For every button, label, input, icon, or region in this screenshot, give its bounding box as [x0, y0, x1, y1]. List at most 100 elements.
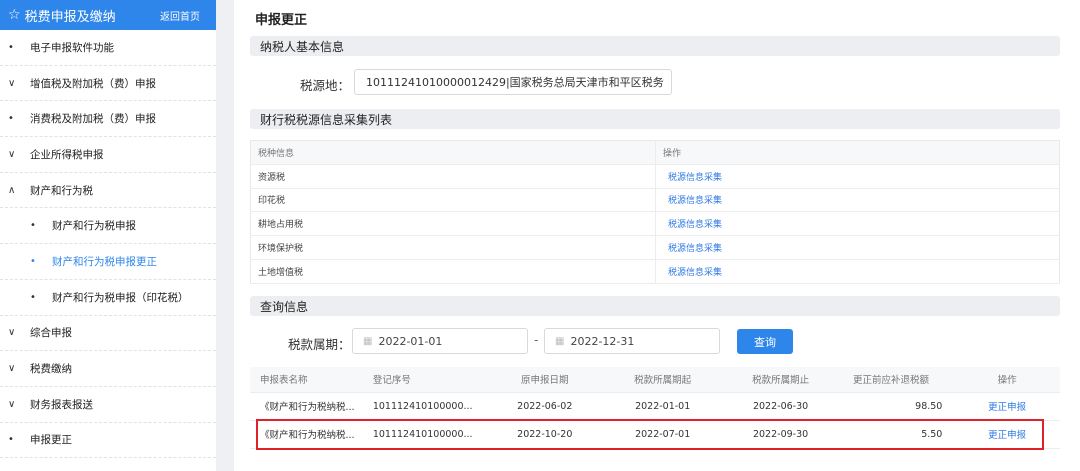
sidebar-item-comprehensive[interactable]: ∨ 综合申报 [0, 316, 216, 352]
result-table: 申报表名称 登记序号 原申报日期 税款所属期起 税款所属期止 更正前应补退税额 … [250, 367, 1060, 449]
chevron-down-icon: ∨ [8, 398, 16, 410]
sidebar-item-property-tax-declare[interactable]: • 财产和行为税申报 [0, 208, 216, 245]
date-start-value: 2022-01-01 [378, 334, 443, 348]
tax-source-label: 税源地： [300, 78, 351, 93]
sidebar-item-property-tax-correction[interactable]: • 财产和行为税申报更正 [0, 244, 216, 280]
tax-type-cell: 资源税 [250, 164, 656, 189]
tax-source-table: 税种信息 操作 资源税 税源信息采集 印花税 税源信息采集 耕地占用税 税源信息… [250, 140, 1060, 284]
declare-date-cell: 2022-10-20 [485, 420, 604, 449]
section-collect-list: 财行税税源信息采集列表 [250, 109, 1060, 129]
query-button[interactable]: 查询 [737, 329, 793, 354]
collect-link[interactable]: 税源信息采集 [655, 211, 1060, 237]
sidebar-item-vat[interactable]: ∨ 增值税及附加税（费）申报 [0, 66, 216, 102]
table-header-row: 申报表名称 登记序号 原申报日期 税款所属期起 税款所属期止 更正前应补退税额 … [250, 367, 1060, 393]
bullet-icon: • [8, 41, 14, 53]
table-row: 资源税 税源信息采集 [250, 164, 1060, 189]
column-header: 登记序号 [364, 367, 486, 393]
sidebar-item-label: 税费缴纳 [30, 363, 72, 376]
reg-number-cell: 101112410100000... [364, 420, 486, 449]
main-panel: 申报更正 纳税人基本信息 税源地： 10111241010000012429|国… [234, 0, 1080, 471]
section-query-info: 查询信息 [250, 296, 1060, 316]
correct-declare-link[interactable]: 更正申报 [954, 420, 1060, 449]
date-separator: - [534, 333, 539, 347]
collect-link[interactable]: 税源信息采集 [655, 164, 1060, 189]
sidebar-item-label: 财产和行为税申报更正 [52, 255, 157, 268]
bullet-icon: • [30, 291, 36, 303]
table-row: 印花税 税源信息采集 [250, 188, 1060, 213]
table-row: 《财产和行为税纳税... 101112410100000... 2022-06-… [250, 392, 1060, 421]
sidebar-item-label: 财产和行为税 [30, 184, 93, 197]
star-icon[interactable]: ☆ [8, 7, 21, 23]
sidebar-item-corporate-income-tax[interactable]: ∨ 企业所得税申报 [0, 137, 216, 173]
chevron-down-icon: ∨ [8, 363, 16, 375]
period-start-cell: 2022-01-01 [603, 392, 722, 421]
sidebar: ☆ 税费申报及缴纳 返回首页 • 电子申报软件功能 ∨ 增值税及附加税（费）申报 •… [0, 0, 216, 471]
table-header-row: 税种信息 操作 [250, 140, 1060, 165]
sidebar-item-declaration-correction[interactable]: • 申报更正 [0, 423, 216, 459]
column-header: 税款所属期止 [721, 367, 840, 393]
sidebar-item-property-behavior-tax[interactable]: ∧ 财产和行为税 [0, 173, 216, 209]
sidebar-item-label: 财产和行为税申报（印花税） [52, 291, 189, 304]
table-row: 《财产和行为税纳税... 101112410100000... 2022-10-… [250, 420, 1060, 449]
correct-declare-link[interactable]: 更正申报 [954, 392, 1060, 421]
chevron-down-icon: ∨ [8, 77, 16, 89]
tax-source-value: 10111241010000012429|国家税务总局天津市和平区税务 [366, 76, 664, 89]
period-end-cell: 2022-09-30 [721, 420, 840, 449]
chevron-down-icon: ∨ [8, 327, 16, 339]
sidebar-item-label: 综合申报 [30, 327, 72, 340]
sidebar-item-consumption-tax[interactable]: • 消费税及附加税（费）申报 [0, 101, 216, 138]
back-home-link[interactable]: 返回首页 [160, 8, 200, 23]
sidebar-item-label: 电子申报软件功能 [30, 41, 114, 54]
sidebar-item-label: 财务报表报送 [30, 398, 93, 411]
form-name-cell: 《财产和行为税纳税... [250, 392, 365, 421]
sidebar-item-financial-report[interactable]: ∨ 财务报表报送 [0, 387, 216, 423]
sidebar-item-label: 消费税及附加税（费）申报 [30, 113, 156, 126]
bullet-icon: • [30, 255, 36, 267]
column-header: 申报表名称 [250, 367, 365, 393]
section-basic-info: 纳税人基本信息 [250, 36, 1060, 56]
table-row: 环境保护税 税源信息采集 [250, 235, 1060, 260]
tax-period-label: 税款属期： [288, 337, 351, 352]
column-header: 更正前应补退税额 [839, 367, 955, 393]
calendar-icon: ▦ [363, 335, 373, 347]
tax-source-select[interactable]: 10111241010000012429|国家税务总局天津市和平区税务 ﹀ [354, 69, 672, 95]
collect-link[interactable]: 税源信息采集 [655, 259, 1060, 284]
column-header: 税款所属期起 [603, 367, 722, 393]
column-header: 操作 [954, 367, 1060, 393]
sidebar-item-label: 企业所得税申报 [30, 148, 104, 161]
tax-type-cell: 耕地占用税 [250, 211, 656, 237]
declare-date-cell: 2022-06-02 [485, 392, 604, 421]
column-header: 税种信息 [250, 140, 656, 165]
sidebar-item-label: 申报更正 [30, 434, 72, 447]
collect-link[interactable]: 税源信息采集 [655, 188, 1060, 213]
column-header: 原申报日期 [485, 367, 604, 393]
chevron-down-icon: ∨ [8, 148, 16, 160]
date-end-input[interactable]: ▦ 2022-12-31 [544, 328, 720, 354]
calendar-icon: ▦ [555, 335, 565, 347]
period-end-cell: 2022-06-30 [721, 392, 840, 421]
sidebar-title: 税费申报及缴纳 [24, 9, 116, 25]
table-row: 土地增值税 税源信息采集 [250, 259, 1060, 284]
amount-cell: 98.50 [839, 392, 955, 421]
bullet-icon: • [30, 220, 36, 232]
tax-type-cell: 环境保护税 [250, 235, 656, 260]
sidebar-item-label: 财产和行为税申报 [52, 220, 136, 233]
sidebar-item-property-tax-stamp[interactable]: • 财产和行为税申报（印花税） [0, 280, 216, 316]
sidebar-item-tax-payment[interactable]: ∨ 税费缴纳 [0, 351, 216, 387]
amount-cell: 5.50 [839, 420, 955, 449]
bullet-icon: • [8, 434, 14, 446]
tax-type-cell: 印花税 [250, 188, 656, 213]
page-title: 申报更正 [255, 13, 308, 28]
sidebar-item-label: 增值税及附加税（费）申报 [30, 77, 156, 90]
sidebar-header: ☆ 税费申报及缴纳 返回首页 [0, 0, 216, 30]
chevron-down-icon: ﹀ [654, 80, 664, 91]
sidebar-item-software[interactable]: • 电子申报软件功能 [0, 30, 216, 66]
collect-link[interactable]: 税源信息采集 [655, 235, 1060, 260]
chevron-up-icon: ∧ [8, 184, 16, 196]
date-start-input[interactable]: ▦ 2022-01-01 [352, 328, 528, 354]
form-name-cell: 《财产和行为税纳税... [250, 420, 365, 449]
bullet-icon: • [8, 113, 14, 125]
period-start-cell: 2022-07-01 [603, 420, 722, 449]
table-row: 耕地占用税 税源信息采集 [250, 211, 1060, 237]
reg-number-cell: 101112410100000... [364, 392, 486, 421]
